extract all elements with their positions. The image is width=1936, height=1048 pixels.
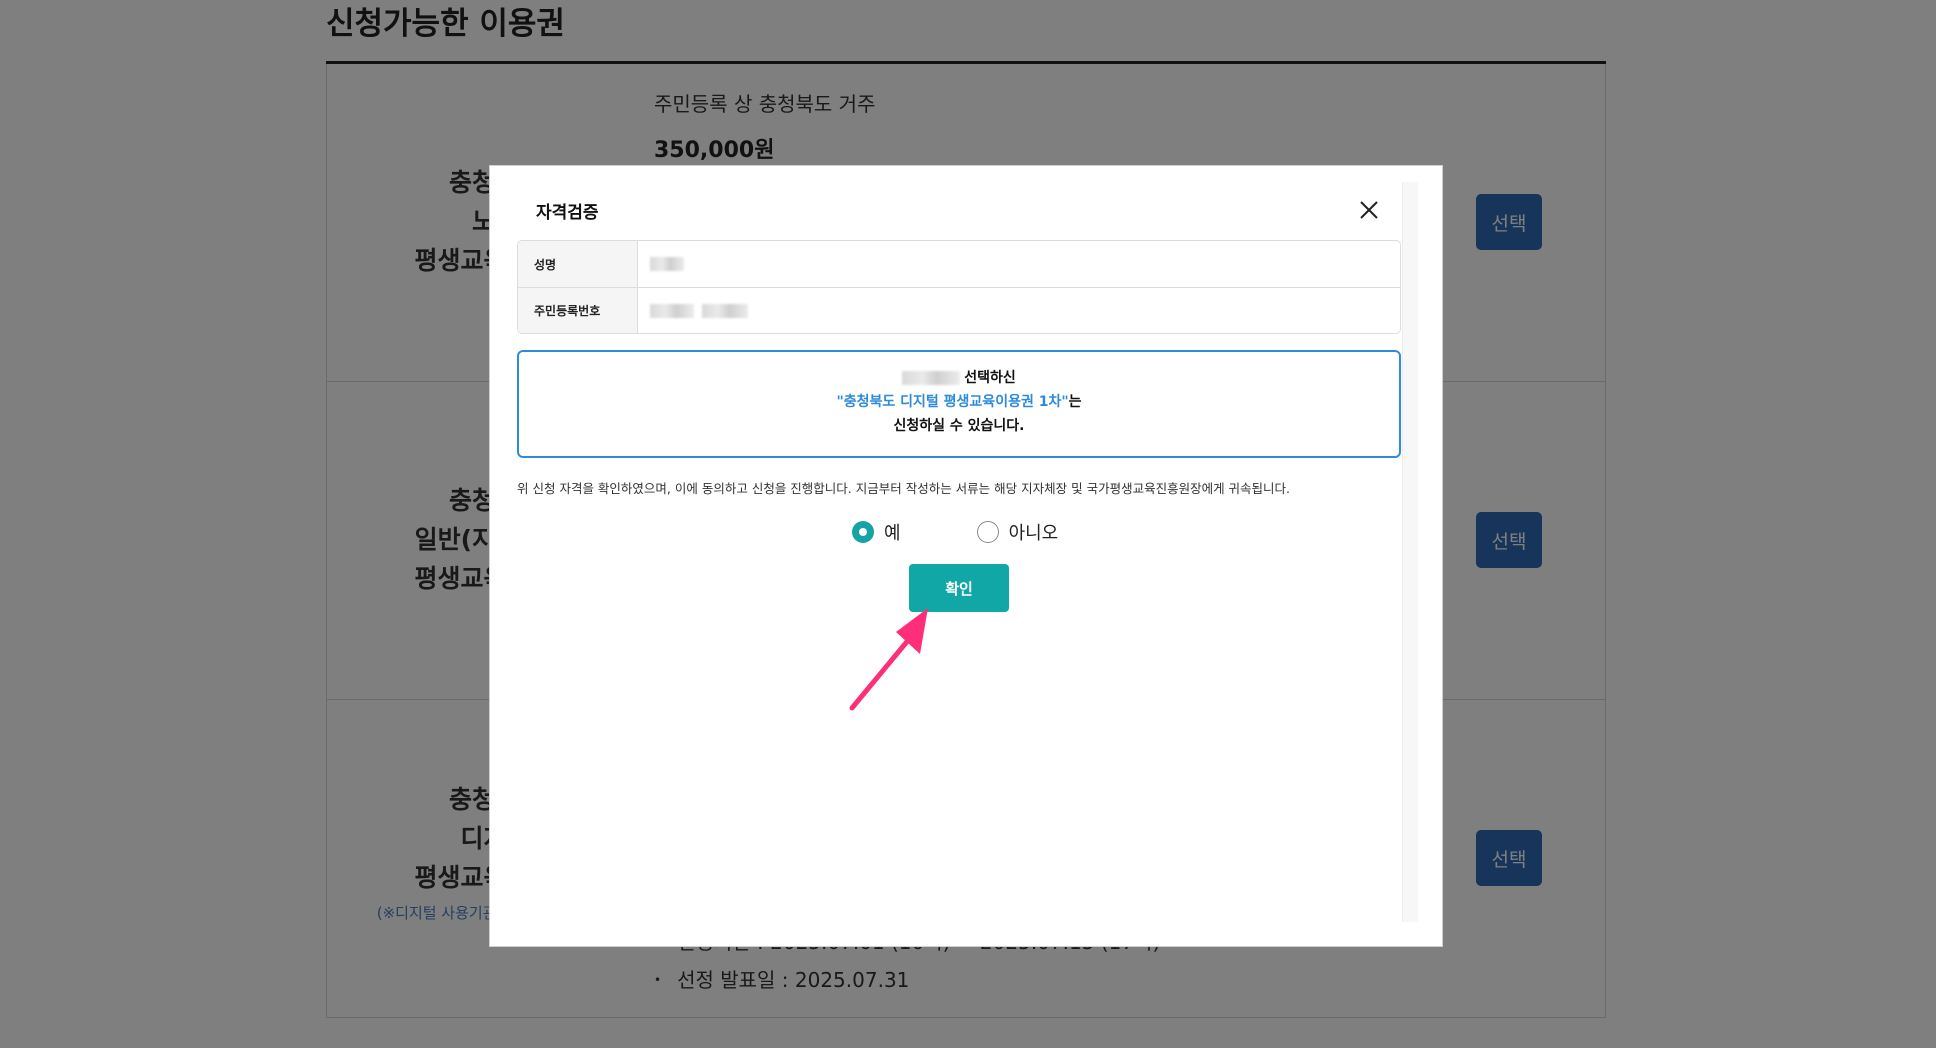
eligibility-result: 선택하신 "충청북도 디지털 평생교육이용권 1차"는 신청하실 수 있습니다.	[517, 350, 1401, 458]
radio-no-label[interactable]: 아니오	[1009, 519, 1059, 545]
radio-unchecked-icon[interactable]	[976, 521, 999, 543]
result-line-2: "충청북도 디지털 평생교육이용권 1차"는	[519, 390, 1399, 414]
rrn-label: 주민등록번호	[518, 288, 638, 333]
result-line-3: 신청하실 수 있습니다.	[893, 418, 1025, 434]
redacted-rrn-front	[650, 303, 694, 318]
radio-yes-label[interactable]: 예	[884, 519, 901, 545]
result-line-1: 선택하신	[519, 366, 1399, 390]
result-voucher-name: "충청북도 디지털 평생교육이용권 1차"	[836, 394, 1069, 410]
info-row-rrn: 주민등록번호	[518, 287, 1400, 333]
radio-checked-icon[interactable]	[852, 521, 874, 543]
redacted-rrn-back	[702, 303, 748, 318]
close-icon	[1360, 201, 1378, 219]
consent-radio-group: 예 아니오	[852, 519, 1058, 545]
name-value	[638, 241, 1400, 287]
modal-scrollbar[interactable]	[1402, 182, 1418, 922]
rrn-value	[638, 288, 1400, 333]
result-selected-text: 선택하신	[964, 370, 1016, 386]
info-row-name: 성명	[518, 241, 1400, 287]
redacted-name	[650, 257, 684, 271]
radio-no[interactable]: 아니오	[976, 519, 1059, 545]
consent-text: 위 신청 자격을 확인하였으며, 이에 동의하고 신청을 진행합니다. 지금부터…	[517, 481, 1291, 496]
close-button[interactable]	[1356, 197, 1382, 223]
eligibility-modal: 자격검증 성명 주민등록번호 선택하신 "충청북도 디지털 평생교육이용권 1차…	[489, 165, 1443, 947]
modal-title: 자격검증	[536, 203, 599, 223]
annotation-arrow-icon	[849, 608, 928, 711]
name-label: 성명	[518, 241, 638, 287]
radio-yes[interactable]: 예	[852, 519, 901, 545]
result-particle: 는	[1068, 394, 1082, 410]
redacted-applicant	[902, 371, 961, 385]
applicant-info-table: 성명 주민등록번호	[517, 240, 1401, 334]
